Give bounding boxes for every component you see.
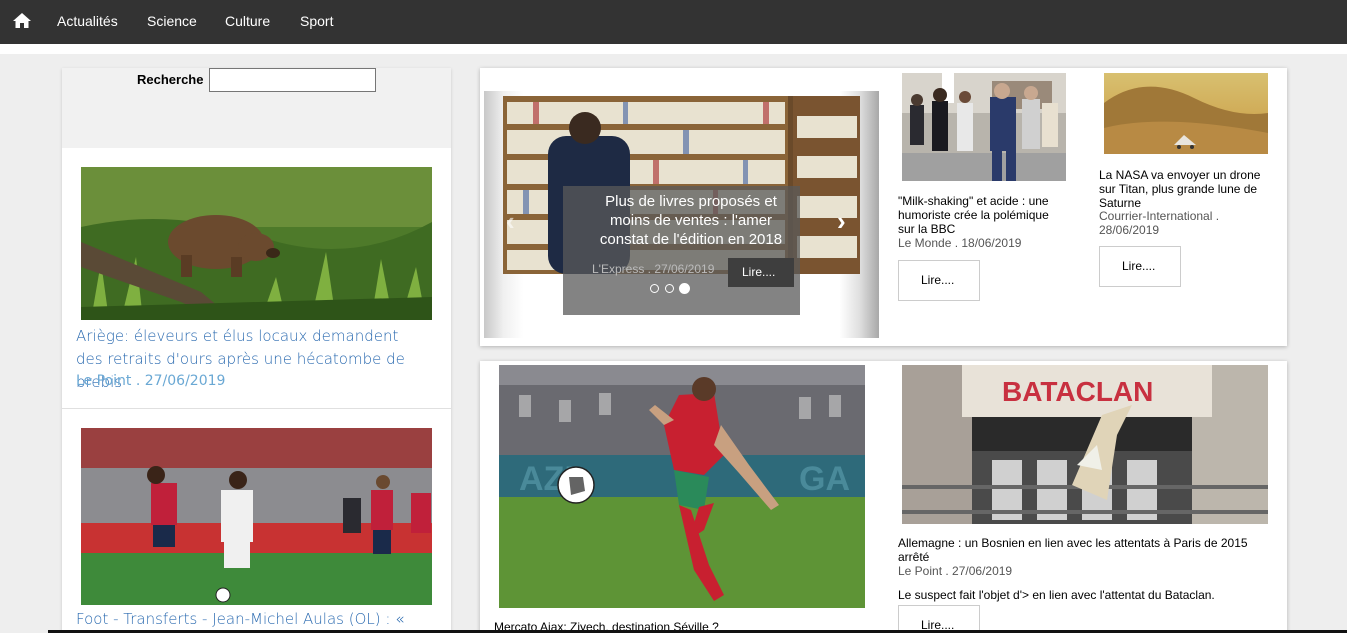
top-panel: Plus de livres proposés et moins de vent… [480, 68, 1287, 346]
carousel: Plus de livres proposés et moins de vent… [484, 91, 879, 338]
card-nasa-title[interactable]: La NASA va envoyer un drone sur Titan, p… [1099, 168, 1267, 210]
bataclan-sign-text: BATACLAN [1002, 376, 1153, 407]
carousel-dot-1[interactable] [650, 284, 659, 293]
search-input[interactable] [209, 68, 376, 92]
carousel-next-icon[interactable]: › [837, 206, 846, 237]
nav-link-science[interactable]: Science [147, 13, 197, 29]
card-milkshake-title[interactable]: "Milk-shaking" et acide : une humoriste … [898, 194, 1068, 236]
card-bataclan-description: Le suspect fait l'objet d'> en lien avec… [898, 588, 1215, 602]
left-column: Recherche Ariège: éleveurs et élus locau… [62, 68, 451, 633]
article-divider [62, 408, 451, 409]
titan-photo[interactable] [1104, 73, 1268, 154]
card-bataclan-read-button[interactable]: Lire.... [898, 605, 980, 633]
milkshake-photo[interactable] [902, 73, 1066, 181]
card-nasa-meta: Courrier-International . 28/06/2019 [1099, 209, 1220, 237]
nav-link-culture[interactable]: Culture [225, 13, 270, 29]
card-nasa-read-button[interactable]: Lire.... [1099, 246, 1181, 287]
bear-photo[interactable] [81, 167, 432, 320]
lower-panel: AZP GA Mercato Ajax: Ziyech, destination… [480, 361, 1287, 633]
carousel-read-button[interactable]: Lire.... [728, 258, 794, 287]
home-icon[interactable] [12, 11, 32, 31]
search-label: Recherche [137, 72, 204, 87]
carousel-dot-3[interactable] [679, 283, 690, 294]
carousel-title[interactable]: Plus de livres proposés et moins de vent… [591, 192, 791, 249]
ziyech-photo[interactable]: AZP GA [499, 365, 865, 608]
left-article-1-meta: Le Point . 27/06/2019 [76, 373, 226, 389]
card-milkshake-meta: Le Monde . 18/06/2019 [898, 236, 1022, 250]
card-bataclan-meta: Le Point . 27/06/2019 [898, 564, 1013, 578]
bataclan-photo[interactable]: BATACLAN [902, 365, 1268, 524]
carousel-dot-2[interactable] [665, 284, 674, 293]
card-bataclan-title[interactable]: Allemagne : un Bosnien en lien avec les … [898, 536, 1258, 564]
search-panel: Recherche [62, 68, 451, 148]
top-navbar: Actualités Science Culture Sport [0, 0, 1347, 44]
carousel-prev-icon[interactable]: ‹ [506, 206, 515, 237]
carousel-meta: L'Express . 27/06/2019 [592, 262, 715, 276]
football-photo[interactable] [81, 428, 432, 605]
card-milkshake-read-button[interactable]: Lire.... [898, 260, 980, 301]
nav-link-sport[interactable]: Sport [300, 13, 333, 29]
svg-text:GA: GA [799, 460, 850, 498]
nav-spacer [0, 44, 1347, 54]
nav-link-actualites[interactable]: Actualités [57, 13, 118, 29]
